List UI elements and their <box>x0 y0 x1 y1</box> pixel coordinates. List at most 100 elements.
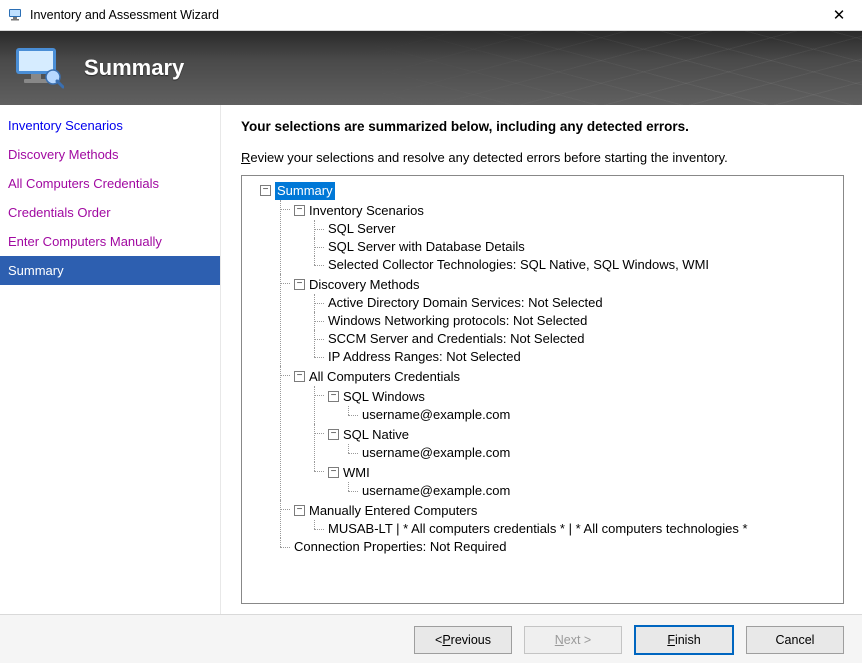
tree-node[interactable]: All Computers CredentialsSQL Windowsuser… <box>280 366 841 500</box>
tree-node-text: Summary <box>275 182 335 200</box>
tree-node-label[interactable]: SCCM Server and Credentials: Not Selecte… <box>328 330 585 348</box>
window-title: Inventory and Assessment Wizard <box>30 8 816 22</box>
tree-node[interactable]: Discovery MethodsActive Directory Domain… <box>280 274 841 366</box>
tree-node[interactable]: Connection Properties: Not Required <box>280 538 841 556</box>
previous-button[interactable]: < Previous <box>414 626 512 654</box>
tree-node-label[interactable]: SQL Server <box>328 220 395 238</box>
wizard-steps-sidebar: Inventory ScenariosDiscovery MethodsAll … <box>0 105 221 614</box>
tree-node[interactable]: Inventory ScenariosSQL ServerSQL Server … <box>280 200 841 274</box>
tree-node-label[interactable]: IP Address Ranges: Not Selected <box>328 348 521 366</box>
tree-node[interactable]: SQL Server with Database Details <box>314 238 841 256</box>
wizard-step-discovery-methods[interactable]: Discovery Methods <box>0 140 220 169</box>
tree-node[interactable]: username@example.com <box>348 406 841 424</box>
wizard-step-all-computers-credentials[interactable]: All Computers Credentials <box>0 169 220 198</box>
tree-node[interactable]: SQL Windowsusername@example.com <box>314 386 841 424</box>
wizard-banner: Summary <box>0 31 862 105</box>
tree-node-text: username@example.com <box>362 482 510 500</box>
tree-node-label[interactable]: username@example.com <box>362 444 510 462</box>
tree-toggle-icon[interactable] <box>328 429 339 440</box>
next-button-label: ext > <box>564 633 591 647</box>
next-button: Next > <box>524 626 622 654</box>
previous-button-label: revious <box>451 633 491 647</box>
tree-node[interactable]: MUSAB-LT | * All computers credentials *… <box>314 520 841 538</box>
tree-node-label[interactable]: SQL Server with Database Details <box>328 238 525 256</box>
tree-node[interactable]: SummaryInventory ScenariosSQL ServerSQL … <box>246 180 841 556</box>
tree-node-text: username@example.com <box>362 406 510 424</box>
next-button-accel: N <box>555 633 564 647</box>
tree-node-label[interactable]: username@example.com <box>362 482 510 500</box>
tree-node-text: Windows Networking protocols: Not Select… <box>328 312 587 330</box>
finish-button-accel: F <box>667 633 675 647</box>
tree-node[interactable]: username@example.com <box>348 482 841 500</box>
cancel-button-label: Cancel <box>776 633 815 647</box>
window-close-button[interactable]: ✕ <box>816 0 862 30</box>
content-headline: Your selections are summarized below, in… <box>241 119 844 134</box>
tree-node-text: MUSAB-LT | * All computers credentials *… <box>328 520 748 538</box>
tree-node-label[interactable]: Summary <box>260 182 335 200</box>
app-icon <box>8 7 24 23</box>
tree-node-text: SQL Windows <box>343 388 425 406</box>
tree-node-label[interactable]: All Computers Credentials <box>294 368 460 386</box>
tree-node-label[interactable]: Selected Collector Technologies: SQL Nat… <box>328 256 709 274</box>
tree-node[interactable]: Windows Networking protocols: Not Select… <box>314 312 841 330</box>
previous-button-accel: P <box>442 633 450 647</box>
tree-node-text: SQL Native <box>343 426 409 444</box>
content-subtext-accel: R <box>241 150 250 165</box>
wizard-step-summary[interactable]: Summary <box>0 256 220 285</box>
wizard-step-enter-computers-manually[interactable]: Enter Computers Manually <box>0 227 220 256</box>
tree-node-text: IP Address Ranges: Not Selected <box>328 348 521 366</box>
tree-node-label[interactable]: Connection Properties: Not Required <box>294 538 506 556</box>
tree-node-text: Selected Collector Technologies: SQL Nat… <box>328 256 709 274</box>
tree-toggle-icon[interactable] <box>328 467 339 478</box>
tree-node-label[interactable]: username@example.com <box>362 406 510 424</box>
tree-node[interactable]: Selected Collector Technologies: SQL Nat… <box>314 256 841 274</box>
wizard-step-inventory-scenarios[interactable]: Inventory Scenarios <box>0 111 220 140</box>
tree-toggle-icon[interactable] <box>260 185 271 196</box>
tree-node-text: SQL Server with Database Details <box>328 238 525 256</box>
titlebar: Inventory and Assessment Wizard ✕ <box>0 0 862 31</box>
tree-toggle-icon[interactable] <box>294 371 305 382</box>
tree-node[interactable]: IP Address Ranges: Not Selected <box>314 348 841 366</box>
summary-tree[interactable]: SummaryInventory ScenariosSQL ServerSQL … <box>241 175 844 604</box>
finish-button[interactable]: Finish <box>634 625 734 655</box>
tree-node-text: SQL Server <box>328 220 395 238</box>
tree-node[interactable]: SQL Server <box>314 220 841 238</box>
tree-node-label[interactable]: Manually Entered Computers <box>294 502 477 520</box>
finish-button-label: inish <box>675 633 701 647</box>
tree-node[interactable]: WMIusername@example.com <box>314 462 841 500</box>
tree-node-label[interactable]: SQL Windows <box>328 388 425 406</box>
wizard-button-bar: < Previous Next > Finish Cancel <box>0 614 862 663</box>
content-subtext: Review your selections and resolve any d… <box>241 150 844 165</box>
tree-node-text: Discovery Methods <box>309 276 420 294</box>
tree-node-text: All Computers Credentials <box>309 368 460 386</box>
tree-node-text: Inventory Scenarios <box>309 202 424 220</box>
tree-node[interactable]: username@example.com <box>348 444 841 462</box>
tree-node-label[interactable]: Active Directory Domain Services: Not Se… <box>328 294 603 312</box>
tree-node-label[interactable]: SQL Native <box>328 426 409 444</box>
previous-button-prefix: < <box>435 633 442 647</box>
tree-node-label[interactable]: WMI <box>328 464 370 482</box>
tree-node-text: Active Directory Domain Services: Not Se… <box>328 294 603 312</box>
tree-node-text: Manually Entered Computers <box>309 502 477 520</box>
tree-node-text: WMI <box>343 464 370 482</box>
tree-node-label[interactable]: MUSAB-LT | * All computers credentials *… <box>328 520 748 538</box>
tree-node-text: SCCM Server and Credentials: Not Selecte… <box>328 330 585 348</box>
cancel-button[interactable]: Cancel <box>746 626 844 654</box>
content-pane: Your selections are summarized below, in… <box>221 105 862 614</box>
tree-node-label[interactable]: Inventory Scenarios <box>294 202 424 220</box>
tree-node[interactable]: SCCM Server and Credentials: Not Selecte… <box>314 330 841 348</box>
tree-toggle-icon[interactable] <box>294 205 305 216</box>
tree-toggle-icon[interactable] <box>294 279 305 290</box>
content-subtext-rest: eview your selections and resolve any de… <box>250 150 727 165</box>
tree-node-label[interactable]: Windows Networking protocols: Not Select… <box>328 312 587 330</box>
tree-node-text: username@example.com <box>362 444 510 462</box>
tree-toggle-icon[interactable] <box>294 505 305 516</box>
tree-node[interactable]: Manually Entered ComputersMUSAB-LT | * A… <box>280 500 841 538</box>
tree-node[interactable]: SQL Nativeusername@example.com <box>314 424 841 462</box>
wizard-step-credentials-order[interactable]: Credentials Order <box>0 198 220 227</box>
tree-node[interactable]: Active Directory Domain Services: Not Se… <box>314 294 841 312</box>
tree-node-label[interactable]: Discovery Methods <box>294 276 420 294</box>
main-area: Inventory ScenariosDiscovery MethodsAll … <box>0 105 862 614</box>
tree-toggle-icon[interactable] <box>328 391 339 402</box>
banner-decoration <box>0 31 862 105</box>
